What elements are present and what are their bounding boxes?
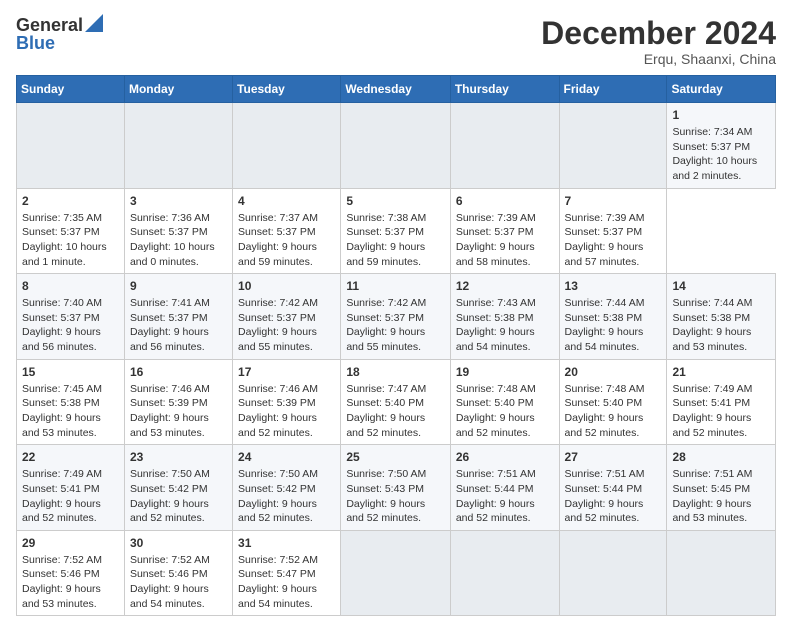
calendar-cell: 9Sunrise: 7:41 AMSunset: 5:37 PMDaylight… (124, 274, 232, 360)
day-header-thursday: Thursday (450, 76, 559, 103)
day-header-tuesday: Tuesday (233, 76, 341, 103)
calendar-cell: 12Sunrise: 7:43 AMSunset: 5:38 PMDayligh… (450, 274, 559, 360)
calendar-cell (667, 530, 776, 616)
day-number: 8 (22, 278, 119, 295)
day-number: 10 (238, 278, 335, 295)
calendar-cell: 18Sunrise: 7:47 AMSunset: 5:40 PMDayligh… (341, 359, 451, 445)
calendar-cell: 31Sunrise: 7:52 AMSunset: 5:47 PMDayligh… (233, 530, 341, 616)
calendar-cell: 14Sunrise: 7:44 AMSunset: 5:38 PMDayligh… (667, 274, 776, 360)
calendar-week-2: 2Sunrise: 7:35 AMSunset: 5:37 PMDaylight… (17, 188, 776, 274)
calendar-cell: 15Sunrise: 7:45 AMSunset: 5:38 PMDayligh… (17, 359, 125, 445)
calendar-week-5: 22Sunrise: 7:49 AMSunset: 5:41 PMDayligh… (17, 445, 776, 531)
day-number: 3 (130, 193, 227, 210)
day-number: 21 (672, 364, 770, 381)
calendar-cell (341, 530, 451, 616)
calendar-week-6: 29Sunrise: 7:52 AMSunset: 5:46 PMDayligh… (17, 530, 776, 616)
calendar-cell: 24Sunrise: 7:50 AMSunset: 5:42 PMDayligh… (233, 445, 341, 531)
calendar-cell: 2Sunrise: 7:35 AMSunset: 5:37 PMDaylight… (17, 188, 125, 274)
day-number: 11 (346, 278, 445, 295)
day-number: 29 (22, 535, 119, 552)
day-number: 24 (238, 449, 335, 466)
day-number: 20 (565, 364, 662, 381)
calendar-cell: 25Sunrise: 7:50 AMSunset: 5:43 PMDayligh… (341, 445, 451, 531)
title-block: December 2024 Erqu, Shaanxi, China (541, 16, 776, 67)
calendar-cell: 17Sunrise: 7:46 AMSunset: 5:39 PMDayligh… (233, 359, 341, 445)
calendar-cell (17, 103, 125, 189)
day-number: 7 (565, 193, 662, 210)
day-number: 25 (346, 449, 445, 466)
calendar-cell (124, 103, 232, 189)
day-header-monday: Monday (124, 76, 232, 103)
calendar-cell: 30Sunrise: 7:52 AMSunset: 5:46 PMDayligh… (124, 530, 232, 616)
day-header-sunday: Sunday (17, 76, 125, 103)
day-number: 6 (456, 193, 554, 210)
calendar-cell: 11Sunrise: 7:42 AMSunset: 5:37 PMDayligh… (341, 274, 451, 360)
calendar-cell: 1Sunrise: 7:34 AMSunset: 5:37 PMDaylight… (667, 103, 776, 189)
calendar-cell: 4Sunrise: 7:37 AMSunset: 5:37 PMDaylight… (233, 188, 341, 274)
calendar-week-4: 15Sunrise: 7:45 AMSunset: 5:38 PMDayligh… (17, 359, 776, 445)
day-number: 28 (672, 449, 770, 466)
day-number: 27 (565, 449, 662, 466)
day-number: 2 (22, 193, 119, 210)
calendar-cell: 23Sunrise: 7:50 AMSunset: 5:42 PMDayligh… (124, 445, 232, 531)
day-number: 16 (130, 364, 227, 381)
calendar-week-1: 1Sunrise: 7:34 AMSunset: 5:37 PMDaylight… (17, 103, 776, 189)
calendar-cell: 26Sunrise: 7:51 AMSunset: 5:44 PMDayligh… (450, 445, 559, 531)
calendar-cell: 27Sunrise: 7:51 AMSunset: 5:44 PMDayligh… (559, 445, 667, 531)
calendar-cell: 19Sunrise: 7:48 AMSunset: 5:40 PMDayligh… (450, 359, 559, 445)
calendar-cell: 20Sunrise: 7:48 AMSunset: 5:40 PMDayligh… (559, 359, 667, 445)
location-text: Erqu, Shaanxi, China (541, 51, 776, 67)
calendar-cell: 16Sunrise: 7:46 AMSunset: 5:39 PMDayligh… (124, 359, 232, 445)
calendar-cell: 8Sunrise: 7:40 AMSunset: 5:37 PMDaylight… (17, 274, 125, 360)
logo-triangle-icon (85, 14, 103, 32)
day-number: 12 (456, 278, 554, 295)
calendar-table: SundayMondayTuesdayWednesdayThursdayFrid… (16, 75, 776, 616)
day-number: 9 (130, 278, 227, 295)
calendar-cell: 5Sunrise: 7:38 AMSunset: 5:37 PMDaylight… (341, 188, 451, 274)
calendar-cell (559, 103, 667, 189)
calendar-cell: 3Sunrise: 7:36 AMSunset: 5:37 PMDaylight… (124, 188, 232, 274)
calendar-body: 1Sunrise: 7:34 AMSunset: 5:37 PMDaylight… (17, 103, 776, 616)
calendar-cell (341, 103, 451, 189)
calendar-cell (559, 530, 667, 616)
day-number: 18 (346, 364, 445, 381)
header-row: SundayMondayTuesdayWednesdayThursdayFrid… (17, 76, 776, 103)
page-header: General Blue December 2024 Erqu, Shaanxi… (16, 16, 776, 67)
day-header-friday: Friday (559, 76, 667, 103)
day-number: 30 (130, 535, 227, 552)
calendar-cell: 21Sunrise: 7:49 AMSunset: 5:41 PMDayligh… (667, 359, 776, 445)
calendar-header: SundayMondayTuesdayWednesdayThursdayFrid… (17, 76, 776, 103)
day-header-wednesday: Wednesday (341, 76, 451, 103)
calendar-cell (450, 530, 559, 616)
day-number: 31 (238, 535, 335, 552)
calendar-cell: 22Sunrise: 7:49 AMSunset: 5:41 PMDayligh… (17, 445, 125, 531)
day-number: 23 (130, 449, 227, 466)
day-number: 15 (22, 364, 119, 381)
month-title: December 2024 (541, 16, 776, 51)
day-number: 19 (456, 364, 554, 381)
logo-general-text: General (16, 16, 83, 34)
calendar-week-3: 8Sunrise: 7:40 AMSunset: 5:37 PMDaylight… (17, 274, 776, 360)
calendar-cell: 29Sunrise: 7:52 AMSunset: 5:46 PMDayligh… (17, 530, 125, 616)
calendar-cell: 7Sunrise: 7:39 AMSunset: 5:37 PMDaylight… (559, 188, 667, 274)
calendar-cell (450, 103, 559, 189)
logo: General Blue (16, 16, 103, 52)
day-header-saturday: Saturday (667, 76, 776, 103)
day-number: 1 (672, 107, 770, 124)
calendar-cell: 10Sunrise: 7:42 AMSunset: 5:37 PMDayligh… (233, 274, 341, 360)
calendar-cell: 28Sunrise: 7:51 AMSunset: 5:45 PMDayligh… (667, 445, 776, 531)
logo-blue-text: Blue (16, 34, 55, 52)
calendar-cell (233, 103, 341, 189)
calendar-cell: 13Sunrise: 7:44 AMSunset: 5:38 PMDayligh… (559, 274, 667, 360)
calendar-cell: 6Sunrise: 7:39 AMSunset: 5:37 PMDaylight… (450, 188, 559, 274)
day-number: 13 (565, 278, 662, 295)
day-number: 26 (456, 449, 554, 466)
day-number: 5 (346, 193, 445, 210)
day-number: 22 (22, 449, 119, 466)
day-number: 4 (238, 193, 335, 210)
day-number: 14 (672, 278, 770, 295)
day-number: 17 (238, 364, 335, 381)
